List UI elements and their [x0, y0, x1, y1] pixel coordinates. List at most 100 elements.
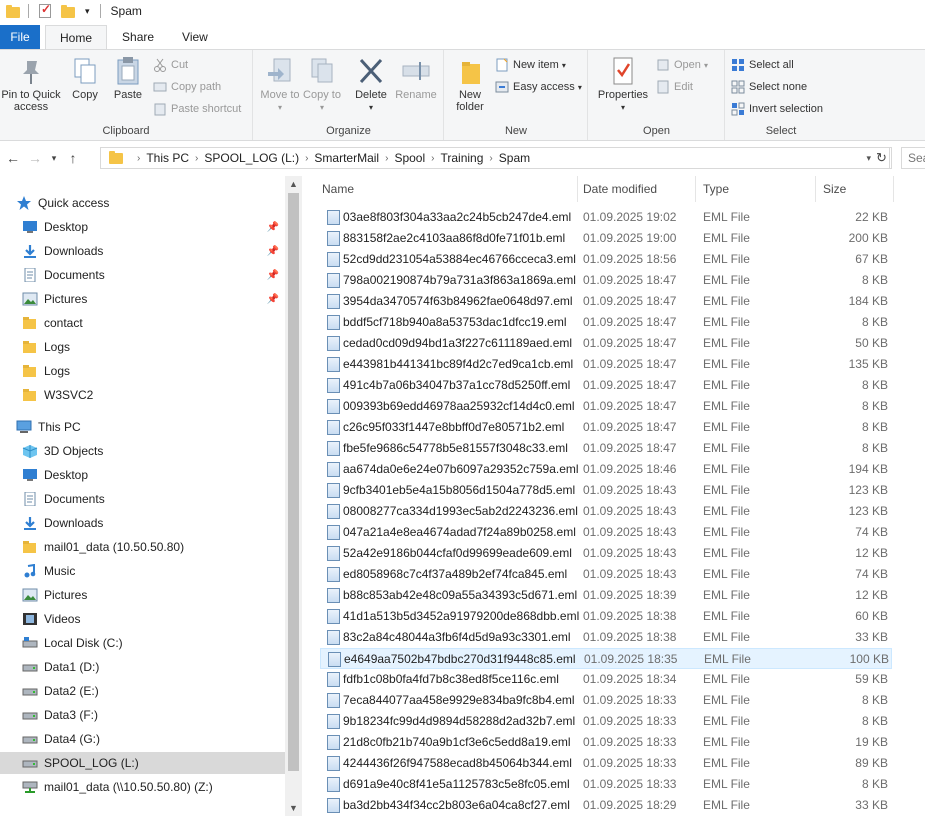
nav-pc-item-5[interactable]: Music: [0, 560, 285, 582]
pin-icon[interactable]: 📌: [267, 294, 279, 305]
file-row[interactable]: fdfb1c08b0fa4fd7b8c38ed8f5ce116c.eml 01.0…: [320, 669, 892, 690]
file-row[interactable]: bddf5cf718b940a8a53753dac1dfcc19.eml 01.0…: [320, 312, 892, 333]
file-row[interactable]: 798a002190874b79a731a3f863a1869a.eml 01.0…: [320, 270, 892, 291]
file-row[interactable]: c26c95f033f1447e8bbff0d7e80571b2.eml 01.0…: [320, 417, 892, 438]
file-row[interactable]: cedad0cd09d94bd1a3f227c611189aed.eml 01.0…: [320, 333, 892, 354]
column-header-size[interactable]: Size: [823, 176, 846, 202]
file-row[interactable]: 9b18234fc99d4d9894d58288d2ad32b7.eml 01.0…: [320, 711, 892, 732]
customize-toolbar-icon[interactable]: ▾: [85, 6, 90, 17]
column-divider[interactable]: [577, 176, 578, 202]
file-row[interactable]: 883158f2ae2c4103aa86f8d0fe71f01b.eml 01.0…: [320, 228, 892, 249]
chevron-right-icon[interactable]: ›: [195, 153, 198, 164]
scrollbar-thumb[interactable]: [288, 193, 299, 771]
search-input[interactable]: Sea: [901, 147, 925, 169]
nav-pc-item-0[interactable]: 3D Objects: [0, 440, 285, 462]
easy-access-button[interactable]: Easy access ▾: [495, 78, 582, 96]
chevron-right-icon[interactable]: ›: [137, 153, 140, 164]
column-divider[interactable]: [893, 176, 894, 202]
copy-to-button[interactable]: Copy to ▾: [302, 56, 342, 114]
breadcrumb-training[interactable]: Training: [441, 151, 484, 165]
refresh-button[interactable]: ↻: [872, 147, 892, 169]
nav-pc-item-9[interactable]: Data1 (D:): [0, 656, 285, 678]
file-row[interactable]: 7eca844077aa458e9929e834ba9fc8b4.eml 01.0…: [320, 690, 892, 711]
file-row[interactable]: ba3d2bb434f34cc2b803e6a04ca8cf27.eml 01.0…: [320, 795, 892, 816]
file-row[interactable]: 3954da3470574f63b84962fae0648d97.eml 01.0…: [320, 291, 892, 312]
file-row[interactable]: 52cd9dd231054a53884ec46766cceca3.eml 01.0…: [320, 249, 892, 270]
copy-path-button[interactable]: Copy path: [153, 78, 221, 96]
breadcrumb-spool[interactable]: Spool: [394, 151, 425, 165]
file-row[interactable]: 41d1a513b5d3452a91979200de868dbb.eml 01.0…: [320, 606, 892, 627]
delete-button[interactable]: Delete ▾: [350, 56, 392, 114]
column-header-type[interactable]: Type: [703, 176, 729, 202]
file-row[interactable]: 9cfb3401eb5e4a15b8056d1504a778d5.eml 01.0…: [320, 480, 892, 501]
file-row[interactable]: fbe5fe9686c54778b5e81557f3048c33.eml 01.0…: [320, 438, 892, 459]
nav-quick-item-0[interactable]: Desktop 📌: [0, 216, 285, 238]
column-header-name[interactable]: Name: [322, 176, 354, 202]
paste-shortcut-button[interactable]: Paste shortcut: [153, 100, 241, 118]
nav-quick-item-5[interactable]: Logs: [0, 336, 285, 358]
nav-pc-item-3[interactable]: Downloads: [0, 512, 285, 534]
file-row[interactable]: e443981b441341bc89f4d2c7ed9ca1cb.eml 01.0…: [320, 354, 892, 375]
forward-arrow-icon[interactable]: →: [24, 150, 46, 166]
column-divider[interactable]: [695, 176, 696, 202]
breadcrumb-spam[interactable]: Spam: [499, 151, 530, 165]
nav-pc-item-14[interactable]: mail01_data (\\10.50.50.80) (Z:): [0, 776, 285, 798]
chevron-right-icon[interactable]: ›: [385, 153, 388, 164]
select-none-button[interactable]: Select none: [731, 78, 807, 96]
edit-button[interactable]: Edit: [656, 78, 693, 96]
file-row[interactable]: 4244436f26f947588ecad8b45064b344.eml 01.0…: [320, 753, 892, 774]
scroll-down-icon[interactable]: ▼: [285, 800, 302, 816]
chevron-down-icon[interactable]: ▾: [866, 153, 871, 164]
file-row[interactable]: d691a9e40c8f41e5a1125783c5e8fc05.eml 01.0…: [320, 774, 892, 795]
invert-selection-button[interactable]: Invert selection: [731, 100, 823, 118]
tab-file[interactable]: File: [0, 25, 40, 49]
nav-pc-item-1[interactable]: Desktop: [0, 464, 285, 486]
nav-pc-item-2[interactable]: Documents: [0, 488, 285, 510]
file-row[interactable]: 83c2a84c48044a3fb6f4d5d9a93c3301.eml 01.0…: [320, 627, 892, 648]
nav-quick-item-2[interactable]: Documents 📌: [0, 264, 285, 286]
chevron-right-icon[interactable]: ›: [305, 153, 308, 164]
nav-quick-access[interactable]: Quick access: [0, 192, 285, 214]
file-row[interactable]: b88c853ab42e48c09a55a34393c5d671.eml 01.0…: [320, 585, 892, 606]
pin-icon[interactable]: 📌: [267, 246, 279, 257]
file-row[interactable]: e4649aa7502b47bdbc270d31f9448c85.eml 01.0…: [320, 648, 892, 669]
open-button[interactable]: Open ▾: [656, 56, 708, 74]
nav-pc-item-12[interactable]: Data4 (G:): [0, 728, 285, 750]
file-row[interactable]: 047a21a4e8ea4674adad7f24a89b0258.eml 01.0…: [320, 522, 892, 543]
nav-pc-item-10[interactable]: Data2 (E:): [0, 680, 285, 702]
nav-pc-item-6[interactable]: Pictures: [0, 584, 285, 606]
select-all-button[interactable]: Select all: [731, 56, 794, 74]
file-row[interactable]: aa674da0e6e24e07b6097a29352c759a.eml 01.0…: [320, 459, 892, 480]
nav-pc-item-4[interactable]: mail01_data (10.50.50.80): [0, 536, 285, 558]
column-divider[interactable]: [815, 176, 816, 202]
file-row[interactable]: ed8058968c7c4f37a489b2ef74fca845.eml 01.0…: [320, 564, 892, 585]
nav-pc-item-8[interactable]: Local Disk (C:): [0, 632, 285, 654]
pin-quick-access-button[interactable]: Pin to Quick access: [0, 56, 62, 113]
breadcrumb-smartermail[interactable]: SmarterMail: [314, 151, 379, 165]
pin-icon[interactable]: 📌: [267, 222, 279, 233]
chevron-right-icon[interactable]: ›: [431, 153, 434, 164]
nav-quick-item-1[interactable]: Downloads 📌: [0, 240, 285, 262]
file-row[interactable]: 08008277ca334d1993ec5ab2d2243236.eml 01.0…: [320, 501, 892, 522]
nav-quick-item-3[interactable]: Pictures 📌: [0, 288, 285, 310]
new-item-button[interactable]: New item ▾: [495, 56, 566, 74]
address-bar[interactable]: › This PC › SPOOL_LOG (L:) › SmarterMail…: [100, 147, 890, 169]
nav-pc-item-13[interactable]: SPOOL_LOG (L:): [0, 752, 285, 774]
file-row[interactable]: 03ae8f803f304a33aa2c24b5cb247de4.eml 01.0…: [320, 207, 892, 228]
rename-button[interactable]: Rename: [394, 56, 438, 101]
copy-button[interactable]: Copy: [64, 56, 106, 101]
tab-share[interactable]: Share: [107, 25, 169, 49]
properties-button[interactable]: Properties ▾: [595, 56, 651, 114]
file-row[interactable]: 21d8c0fb21b740a9b1cf3e6c5edd8a19.eml 01.0…: [320, 732, 892, 753]
breadcrumb-spool-log[interactable]: SPOOL_LOG (L:): [204, 151, 299, 165]
recent-locations-icon[interactable]: ▾: [46, 153, 62, 164]
column-header-date[interactable]: Date modified: [583, 176, 657, 202]
nav-quick-item-4[interactable]: contact: [0, 312, 285, 334]
up-arrow-icon[interactable]: ↑: [62, 150, 84, 166]
scroll-up-icon[interactable]: ▲: [285, 176, 302, 192]
tab-view[interactable]: View: [169, 25, 221, 49]
tab-home[interactable]: Home: [45, 25, 108, 49]
nav-pc-item-11[interactable]: Data3 (F:): [0, 704, 285, 726]
pin-icon[interactable]: 📌: [267, 270, 279, 281]
file-row[interactable]: 52a42e9186b044cfaf0d99699eade609.eml 01.0…: [320, 543, 892, 564]
